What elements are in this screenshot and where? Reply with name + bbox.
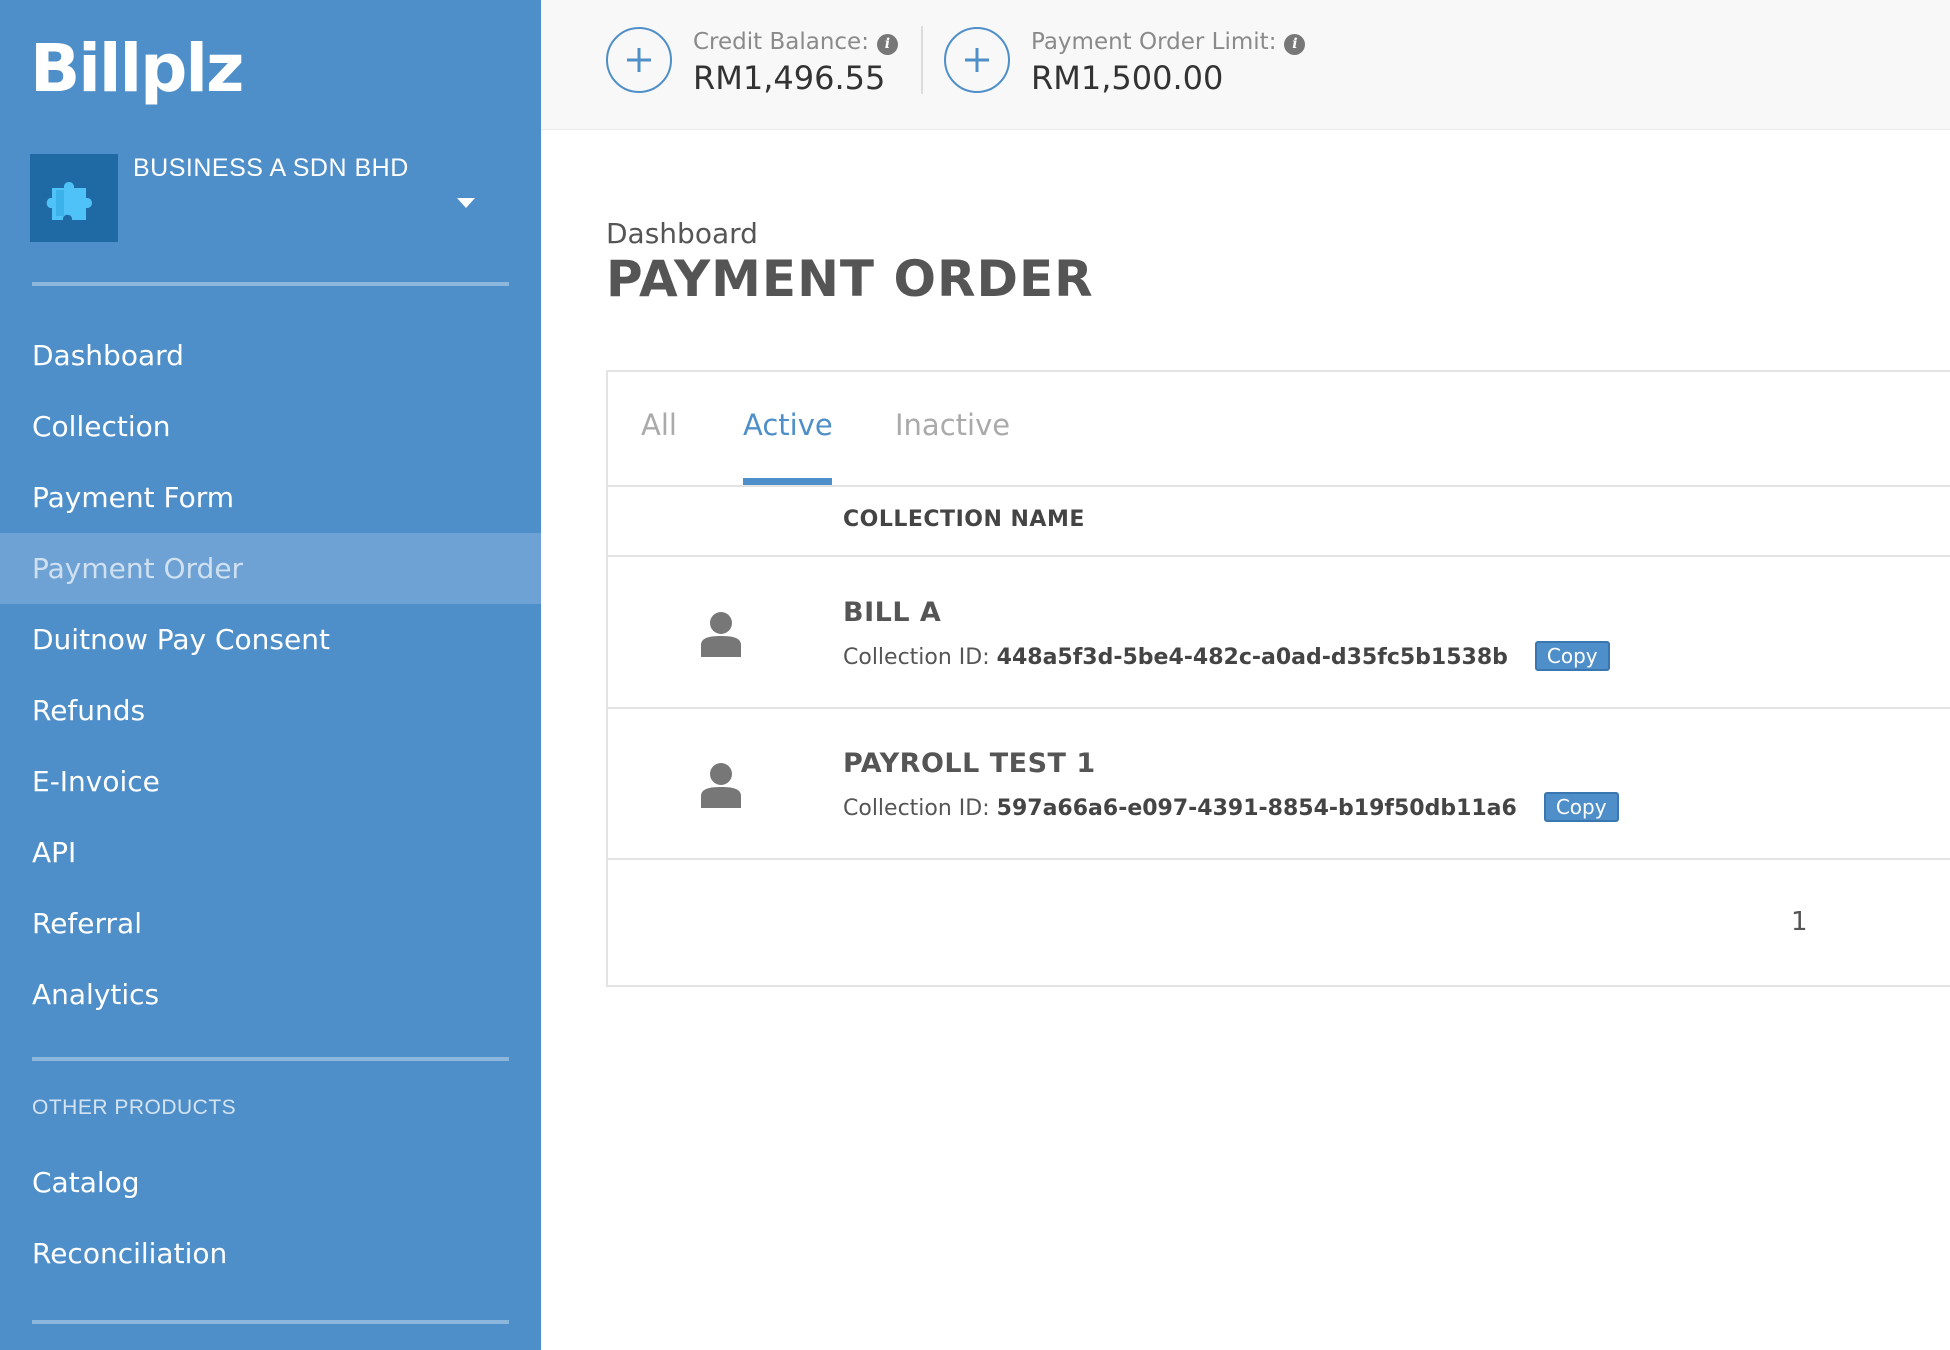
breadcrumb[interactable]: Dashboard [606, 217, 758, 250]
sidebar-item-catalog[interactable]: Catalog [0, 1147, 541, 1218]
account-switcher[interactable]: BUSINESS A SDN BHD [30, 154, 500, 244]
account-name: BUSINESS A SDN BHD [133, 154, 409, 182]
table-row[interactable]: BILL A Collection ID: 448a5f3d-5be4-482c… [608, 559, 1950, 709]
add-credit-button[interactable] [606, 27, 672, 93]
info-icon[interactable]: i [876, 34, 898, 55]
pagination-page-1[interactable]: 1 [1791, 907, 1808, 937]
top-bar: Credit Balance: i RM1,496.55 Payment Orde… [541, 0, 1950, 130]
copy-button[interactable]: Copy [1534, 641, 1610, 671]
sidebar-item-e-invoice[interactable]: E-Invoice [0, 746, 541, 817]
sidebar-divider [32, 282, 509, 286]
app: Billplz BUSINESS A SDN BHD Dashboard Col… [0, 0, 1950, 1350]
sidebar-item-analytics[interactable]: Analytics [0, 959, 541, 1030]
copy-button[interactable]: Copy [1543, 792, 1619, 822]
sidebar-item-dashboard[interactable]: Dashboard [0, 320, 541, 391]
chevron-down-icon[interactable] [457, 198, 475, 208]
payment-order-panel: All Active Inactive COLLECTION NAME BILL… [606, 370, 1950, 987]
collection-id-value: 597a66a6-e097-4391-8854-b19f50db11a6 [996, 796, 1517, 821]
add-limit-button[interactable] [944, 27, 1010, 93]
tab-active[interactable]: Active [743, 408, 833, 442]
order-limit-value: RM1,500.00 [1031, 59, 1224, 97]
sidebar-item-api[interactable]: API [0, 817, 541, 888]
sidebar-item-reconciliation[interactable]: Reconciliation [0, 1218, 541, 1289]
collection-id-line: Collection ID: 597a66a6-e097-4391-8854-b… [843, 792, 1619, 822]
person-icon [701, 612, 741, 657]
sidebar-item-referral[interactable]: Referral [0, 888, 541, 959]
main-content: Credit Balance: i RM1,496.55 Payment Orde… [541, 0, 1950, 1350]
table-header: COLLECTION NAME [608, 487, 1950, 557]
table-row[interactable]: PAYROLL TEST 1 Collection ID: 597a66a6-e… [608, 710, 1950, 860]
person-icon [701, 763, 741, 808]
billplz-logo[interactable]: Billplz [30, 30, 244, 107]
sidebar-item-refunds[interactable]: Refunds [0, 675, 541, 746]
sidebar: Billplz BUSINESS A SDN BHD Dashboard Col… [0, 0, 541, 1350]
collection-name[interactable]: BILL A [843, 597, 941, 628]
info-icon[interactable]: i [1284, 34, 1306, 55]
order-limit-label: Payment Order Limit: [1031, 29, 1277, 55]
column-header-collection-name: COLLECTION NAME [843, 507, 1085, 532]
sidebar-divider [32, 1057, 509, 1061]
account-avatar [30, 154, 118, 242]
collection-id-line: Collection ID: 448a5f3d-5be4-482c-a0ad-d… [843, 641, 1610, 671]
sidebar-item-collection[interactable]: Collection [0, 391, 541, 462]
credit-balance-label: Credit Balance: [693, 29, 869, 55]
topbar-separator [921, 26, 923, 94]
collection-id-label: Collection ID: [843, 645, 990, 670]
sidebar-item-duitnow-pay-consent[interactable]: Duitnow Pay Consent [0, 604, 541, 675]
sidebar-item-payment-form[interactable]: Payment Form [0, 462, 541, 533]
tab-inactive[interactable]: Inactive [895, 408, 1010, 442]
tab-bar: All Active Inactive [608, 372, 1950, 487]
puzzle-icon [46, 182, 92, 220]
active-tab-indicator [743, 478, 832, 485]
other-products-label: OTHER PRODUCTS [32, 1096, 237, 1119]
tab-all[interactable]: All [641, 408, 677, 442]
page-title: PAYMENT ORDER [606, 250, 1094, 308]
collection-name[interactable]: PAYROLL TEST 1 [843, 748, 1096, 779]
other-products-nav: Catalog Reconciliation [0, 1147, 541, 1289]
sidebar-item-payment-order[interactable]: Payment Order [0, 533, 541, 604]
sidebar-divider [32, 1320, 509, 1324]
collection-id-label: Collection ID: [843, 796, 990, 821]
credit-balance-value: RM1,496.55 [693, 59, 886, 97]
sidebar-nav: Dashboard Collection Payment Form Paymen… [0, 320, 541, 1030]
collection-id-value: 448a5f3d-5be4-482c-a0ad-d35fc5b1538b [996, 645, 1508, 670]
